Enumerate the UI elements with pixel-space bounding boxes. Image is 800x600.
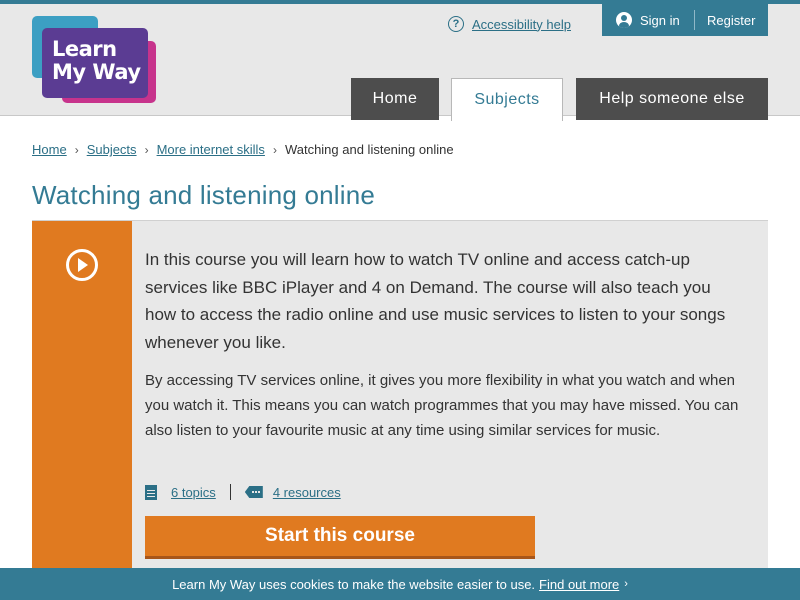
course-meta: 6 topics 4 resources — [145, 484, 341, 500]
question-circle-icon: ? — [448, 16, 464, 32]
find-out-more-link[interactable]: Find out more — [539, 577, 619, 592]
nav-tab-home[interactable]: Home — [351, 78, 439, 120]
meta-divider — [229, 484, 231, 500]
sign-in-button[interactable]: Sign in — [602, 4, 694, 36]
nav-tab-help-someone-else[interactable]: Help someone else — [576, 78, 768, 120]
breadcrumb: Home › Subjects › More internet skills ›… — [32, 142, 454, 157]
course-intro: In this course you will learn how to wat… — [145, 250, 726, 352]
resources-tag-icon — [244, 486, 263, 498]
accessibility-help-link[interactable]: ? Accessibility help — [448, 16, 571, 32]
chevron-right-icon: › — [272, 142, 277, 157]
course-card: In this course you will learn how to wat… — [32, 220, 768, 580]
breadcrumb-current: Watching and listening online — [284, 142, 454, 157]
start-course-button[interactable]: Start this course — [145, 516, 535, 559]
auth-bar: Sign in Register — [602, 4, 768, 36]
cookie-message: Learn My Way uses cookies to make the we… — [172, 576, 536, 592]
course-card-stripe — [32, 221, 132, 580]
page-title: Watching and listening online — [32, 180, 376, 210]
cookie-banner: Learn My Way uses cookies to make the we… — [0, 568, 800, 600]
accessibility-help-label[interactable]: Accessibility help — [472, 17, 571, 32]
chevron-right-icon: › — [144, 142, 149, 157]
topics-link[interactable]: 6 topics — [171, 485, 216, 500]
nav-tab-subjects[interactable]: Subjects — [451, 78, 563, 121]
chevron-right-icon: › — [74, 142, 79, 157]
learn-my-way-logo[interactable]: Learn My Way — [32, 16, 156, 106]
play-icon — [66, 249, 98, 281]
course-description: By accessing TV services online, it give… — [145, 372, 739, 439]
logo-text-line1: Learn — [52, 37, 117, 61]
breadcrumb-more-internet-skills[interactable]: More internet skills — [157, 142, 265, 157]
sign-in-label: Sign in — [640, 12, 680, 28]
breadcrumb-subjects[interactable]: Subjects — [87, 142, 137, 157]
resources-link[interactable]: 4 resources — [273, 485, 341, 500]
user-icon — [616, 12, 632, 28]
logo-text-line2: My Way — [52, 60, 141, 84]
document-icon — [145, 484, 157, 500]
register-button[interactable]: Register — [695, 13, 755, 28]
breadcrumb-home[interactable]: Home — [32, 142, 67, 157]
chevron-right-icon: › — [624, 578, 628, 590]
